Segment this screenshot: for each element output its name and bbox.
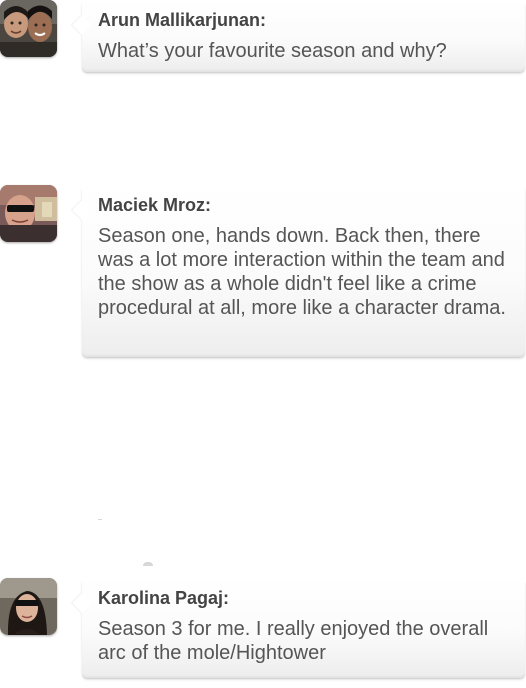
chat-message: Arun Mallikarjunan: What’s your favourit… bbox=[0, 0, 526, 80]
message-author[interactable]: Karolina Pagaj: bbox=[98, 588, 229, 609]
avatar[interactable] bbox=[0, 0, 57, 57]
message-bubble: Arun Mallikarjunan: What’s your favourit… bbox=[82, 0, 525, 72]
avatar[interactable] bbox=[0, 578, 57, 635]
avatar[interactable] bbox=[0, 185, 57, 242]
partial-element bbox=[143, 562, 153, 566]
chat-message: Maciek Mroz: Season one, hands down. Bac… bbox=[0, 185, 526, 375]
message-author[interactable]: Arun Mallikarjunan: bbox=[98, 10, 266, 31]
chat-message: Karolina Pagaj: Season 3 for me. I reall… bbox=[0, 578, 526, 688]
message-author[interactable]: Maciek Mroz: bbox=[98, 195, 211, 216]
message-text: Season 3 for me. I really enjoyed the ov… bbox=[98, 618, 489, 664]
message-bubble: Karolina Pagaj: Season 3 for me. I reall… bbox=[82, 578, 525, 678]
message-text: What’s your favourite season and why? bbox=[98, 40, 447, 62]
chat-message-list: Arun Mallikarjunan: What’s your favourit… bbox=[0, 0, 526, 678]
message-text: Season one, hands down. Back then, there… bbox=[98, 225, 506, 319]
partial-element bbox=[98, 519, 102, 520]
message-bubble: Maciek Mroz: Season one, hands down. Bac… bbox=[82, 185, 525, 357]
